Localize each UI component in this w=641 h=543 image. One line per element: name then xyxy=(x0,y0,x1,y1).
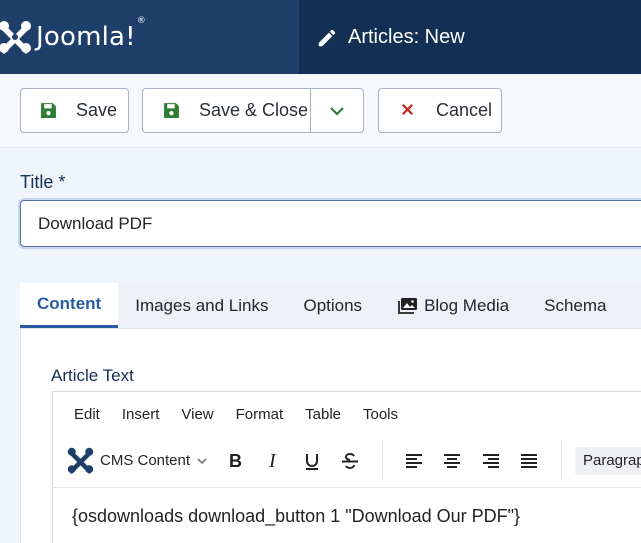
bold-button[interactable]: B xyxy=(222,448,248,474)
svg-text:B: B xyxy=(229,451,242,471)
cms-content-dropdown[interactable]: CMS Content xyxy=(67,447,208,474)
page-title: Articles: New xyxy=(316,26,465,49)
tab-bar: Content Images and Links Options Blog Me… xyxy=(20,283,641,329)
close-icon xyxy=(400,102,418,120)
menu-view[interactable]: View xyxy=(181,406,213,423)
underline-icon xyxy=(306,454,318,470)
italic-icon: I xyxy=(268,451,277,471)
underline-button[interactable] xyxy=(299,448,325,474)
floppy-icon xyxy=(40,102,58,120)
cancel-button[interactable]: Cancel xyxy=(378,88,502,133)
menu-edit[interactable]: Edit xyxy=(74,406,100,423)
align-right-icon xyxy=(483,454,499,468)
tab-blog-media[interactable]: Blog Media xyxy=(398,283,509,328)
svg-text:I: I xyxy=(268,451,277,471)
app-header: Joomla!® Articles: New xyxy=(0,0,641,74)
block-format-select[interactable]: Paragraph xyxy=(575,447,641,475)
pencil-icon xyxy=(318,29,336,46)
toolbar-divider xyxy=(382,440,383,480)
strikethrough-icon xyxy=(342,452,358,470)
save-options-dropdown-button[interactable] xyxy=(310,88,364,133)
align-justify-icon xyxy=(521,454,537,468)
align-left-icon xyxy=(406,454,422,468)
joomla-logo-icon xyxy=(0,21,31,54)
tab-images-and-links[interactable]: Images and Links xyxy=(135,283,268,328)
article-text-label: Article Text xyxy=(51,366,134,385)
toolbar: Save Save & Close Cancel xyxy=(0,74,641,148)
align-right-button[interactable] xyxy=(478,448,504,474)
images-icon xyxy=(398,297,418,314)
tab-content[interactable]: Content xyxy=(20,283,119,328)
tab-options[interactable]: Options xyxy=(303,283,362,328)
save-button[interactable]: Save xyxy=(20,88,129,133)
title-label: Title * xyxy=(20,172,66,192)
justify-button[interactable] xyxy=(516,448,542,474)
menu-table[interactable]: Table xyxy=(305,406,341,423)
align-center-button[interactable] xyxy=(439,448,465,474)
align-center-icon xyxy=(444,454,460,468)
joomla-logo-icon xyxy=(67,447,94,474)
align-left-button[interactable] xyxy=(401,448,427,474)
bold-icon: B xyxy=(229,451,242,471)
title-input[interactable] xyxy=(20,200,641,247)
floppy-icon xyxy=(163,102,181,120)
save-close-button[interactable]: Save & Close xyxy=(142,88,311,133)
menu-insert[interactable]: Insert xyxy=(122,406,160,423)
toolbar-divider xyxy=(561,440,562,480)
tab-schema[interactable]: Schema xyxy=(544,283,606,328)
strikethrough-button[interactable] xyxy=(337,448,363,474)
menu-format[interactable]: Format xyxy=(236,406,284,423)
editor-content[interactable]: {osdownloads download_button 1 "Download… xyxy=(72,506,520,527)
editor-menubar: Edit Insert View Format Table Tools xyxy=(74,406,420,423)
brand-wordmark: Joomla!® xyxy=(36,16,146,52)
brand-area[interactable]: Joomla!® xyxy=(0,0,299,74)
chevron-down-icon xyxy=(330,106,344,116)
chevron-down-icon xyxy=(197,457,207,464)
menu-tools[interactable]: Tools xyxy=(363,406,398,423)
italic-button[interactable]: I xyxy=(261,448,287,474)
